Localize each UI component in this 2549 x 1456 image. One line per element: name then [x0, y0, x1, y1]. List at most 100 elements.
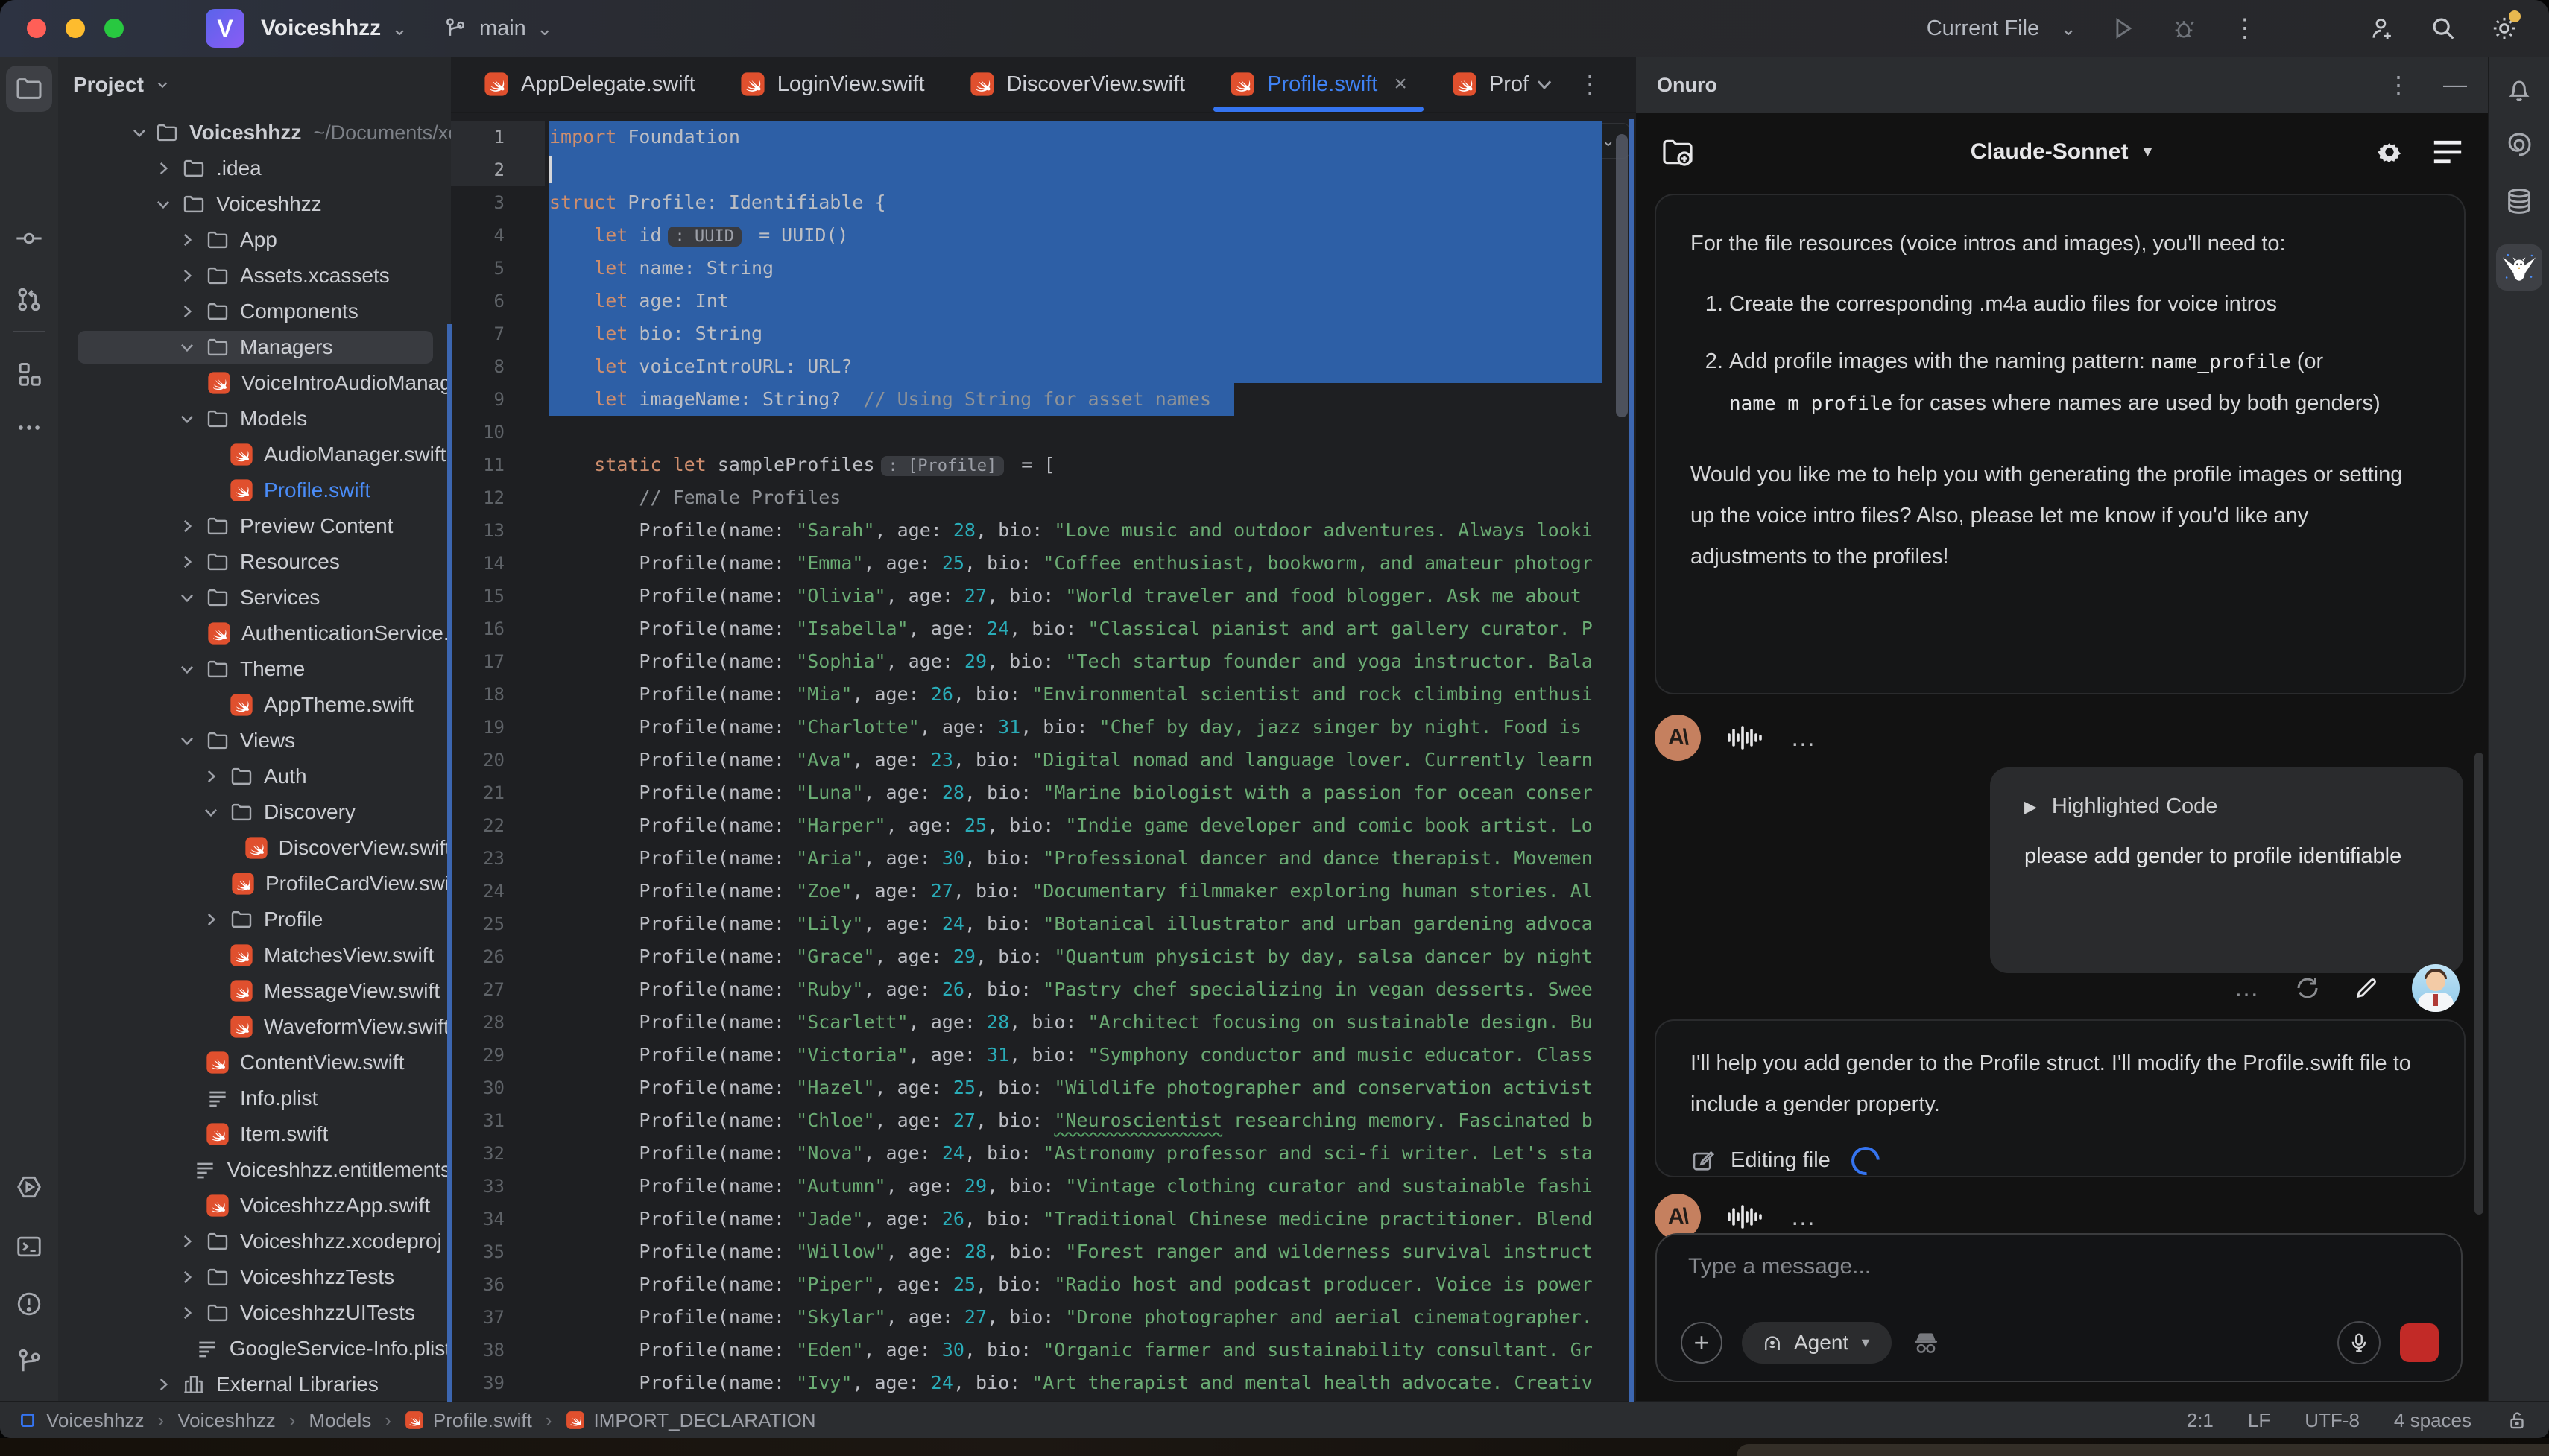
tree-chevron-down-icon[interactable]	[177, 588, 200, 607]
breadcrumb-item[interactable]: IMPORT_DECLARATION	[566, 1409, 816, 1432]
more-options-icon[interactable]: …	[1790, 1203, 1818, 1232]
tree-chevron-right-icon[interactable]	[154, 1375, 176, 1394]
minimize-window-button[interactable]	[66, 19, 85, 38]
tool-ai-swirl-icon[interactable]	[2503, 128, 2536, 161]
tree-row[interactable]: Preview Content	[58, 508, 451, 544]
settings-gear-icon[interactable]	[2489, 13, 2519, 43]
traffic-lights[interactable]	[27, 19, 124, 38]
run-config-selector[interactable]: Current File⌄	[1927, 16, 2076, 41]
tree-row[interactable]: Voiceshhzz.entitlements	[58, 1152, 451, 1188]
tree-chevron-right-icon[interactable]	[177, 552, 200, 572]
tree-chevron-right-icon[interactable]	[177, 230, 200, 250]
attach-button[interactable]: +	[1681, 1322, 1722, 1364]
code-line[interactable]: 3struct Profile: Identifiable {	[451, 186, 1636, 219]
breadcrumb-item[interactable]: Profile.swift	[405, 1409, 532, 1432]
code-line[interactable]: 27 Profile(name: "Ruby", age: 26, bio: "…	[451, 973, 1636, 1006]
tree-row[interactable]: Voiceshhzz	[58, 186, 451, 222]
code-line[interactable]: 23 Profile(name: "Aria", age: 30, bio: "…	[451, 842, 1636, 875]
status-item[interactable]: 4 spaces	[2394, 1409, 2471, 1432]
minimize-panel-icon[interactable]: —	[2443, 71, 2467, 99]
code-line[interactable]: 24 Profile(name: "Zoe", age: 27, bio: "D…	[451, 875, 1636, 908]
tree-row[interactable]: AuthenticationService.swift	[58, 615, 451, 651]
tab-appdelegate-swift[interactable]: AppDelegate.swift	[461, 57, 718, 112]
tree-row[interactable]: VoiceshhzzTests	[58, 1259, 451, 1295]
waveform-icon[interactable]	[1726, 1202, 1765, 1232]
incognito-icon[interactable]	[1911, 1329, 1941, 1357]
tree-row[interactable]: .idea	[58, 151, 451, 186]
tree-editor-splitter[interactable]	[447, 324, 452, 1402]
code-line[interactable]: 36 Profile(name: "Piper", age: 25, bio: …	[451, 1268, 1636, 1301]
waveform-icon[interactable]	[1726, 723, 1765, 753]
code-line[interactable]: 19 Profile(name: "Charlotte", age: 31, b…	[451, 711, 1636, 744]
code-line[interactable]: 35 Profile(name: "Willow", age: 28, bio:…	[451, 1235, 1636, 1268]
branch-selector[interactable]: main	[479, 16, 526, 41]
tree-row[interactable]: Info.plist	[58, 1080, 451, 1116]
tree-chevron-down-icon[interactable]	[154, 194, 176, 214]
close-tab-icon[interactable]: ×	[1394, 72, 1407, 97]
tree-chevron-down-icon[interactable]	[201, 803, 224, 822]
chat-menu-icon[interactable]	[2431, 137, 2464, 167]
tree-row[interactable]: DiscoverView.swift	[58, 830, 451, 866]
tool-folder-icon[interactable]	[6, 66, 52, 112]
code-line[interactable]: 20 Profile(name: "Ava", age: 23, bio: "D…	[451, 744, 1636, 776]
tree-row[interactable]: Profile	[58, 902, 451, 937]
tree-chevron-down-icon[interactable]	[130, 123, 149, 142]
code-line[interactable]: 25 Profile(name: "Lily", age: 24, bio: "…	[451, 908, 1636, 940]
code-line[interactable]: 22 Profile(name: "Harper", age: 25, bio:…	[451, 809, 1636, 842]
chat-scrollbar[interactable]	[2474, 753, 2483, 1215]
tree-chevron-right-icon[interactable]	[177, 516, 200, 536]
breadcrumb-item[interactable]: Voiceshhzz	[177, 1409, 276, 1432]
more-options-icon[interactable]: …	[1790, 724, 1818, 753]
breadcrumb[interactable]: Voiceshhzz›Voiceshhzz›Models›Profile.swi…	[18, 1409, 816, 1432]
tree-row[interactable]: MessageView.swift	[58, 973, 451, 1009]
tree-chevron-right-icon[interactable]	[177, 1303, 200, 1323]
status-item[interactable]: 2:1	[2187, 1409, 2214, 1432]
tree-row[interactable]: GoogleService-Info.plist	[58, 1331, 451, 1367]
model-selector[interactable]: Claude-Sonnet▼	[1971, 139, 2155, 165]
tree-chevron-right-icon[interactable]	[154, 159, 176, 178]
panel-options-icon[interactable]: ⋮	[2387, 71, 2410, 99]
tool-problems-icon[interactable]	[13, 1288, 45, 1320]
editor-chat-splitter[interactable]	[1629, 119, 1634, 1402]
close-window-button[interactable]	[27, 19, 46, 38]
tree-row[interactable]: Theme	[58, 651, 451, 687]
chat-settings-gear-icon[interactable]	[2375, 137, 2404, 167]
tree-row[interactable]: AppTheme.swift	[58, 687, 451, 723]
mic-button[interactable]	[2337, 1321, 2381, 1364]
tool-database-icon[interactable]	[2503, 185, 2536, 218]
run-button[interactable]	[2108, 13, 2138, 43]
code-line[interactable]: 21 Profile(name: "Luna", age: 28, bio: "…	[451, 776, 1636, 809]
code-line[interactable]: 13 Profile(name: "Sarah", age: 28, bio: …	[451, 514, 1636, 547]
code-line[interactable]: 32 Profile(name: "Nova", age: 24, bio: "…	[451, 1137, 1636, 1170]
tree-chevron-down-icon[interactable]	[177, 409, 200, 428]
code-line[interactable]: 11 static let sampleProfiles: [Profile] …	[451, 449, 1636, 481]
tab-options-icon[interactable]: ⋮	[1578, 70, 1602, 98]
more-options-icon[interactable]: …	[2234, 974, 2261, 1003]
code-line[interactable]: 12 // Female Profiles	[451, 481, 1636, 514]
tab-prof[interactable]: Prof	[1430, 57, 1529, 112]
lock-open-icon[interactable]	[2506, 1409, 2528, 1431]
breadcrumb-item[interactable]: Voiceshhzz	[18, 1409, 145, 1432]
code-line[interactable]: 38 Profile(name: "Eden", age: 30, bio: "…	[451, 1334, 1636, 1367]
code-line[interactable]: 9 let imageName: String? // Using String…	[451, 383, 1636, 416]
code-line[interactable]: 29 Profile(name: "Victoria", age: 31, bi…	[451, 1039, 1636, 1072]
tool-owl-icon[interactable]	[2496, 244, 2542, 291]
tab-discoverview-swift[interactable]: DiscoverView.swift	[947, 57, 1208, 112]
agent-mode-selector[interactable]: Agent ▼	[1742, 1322, 1892, 1364]
chat-input[interactable]: Type a message... + Agent ▼	[1655, 1233, 2463, 1382]
debug-button[interactable]	[2169, 13, 2199, 43]
code-line[interactable]: 31 Profile(name: "Chloe", age: 27, bio: …	[451, 1104, 1636, 1137]
tool-git-compare-icon[interactable]	[13, 283, 45, 316]
code-line[interactable]: 15 Profile(name: "Olivia", age: 27, bio:…	[451, 580, 1636, 613]
code-line[interactable]: 28 Profile(name: "Scarlett", age: 28, bi…	[451, 1006, 1636, 1039]
tree-row[interactable]: Auth	[58, 759, 451, 794]
tree-row[interactable]: App	[58, 222, 451, 258]
tree-row[interactable]: WaveformView.swift	[58, 1009, 451, 1045]
code-line[interactable]: 5 let name: String	[451, 252, 1636, 285]
tool-run-hexagon-icon[interactable]	[13, 1171, 45, 1203]
code-line[interactable]: 26 Profile(name: "Grace", age: 29, bio: …	[451, 940, 1636, 973]
tree-row[interactable]: Resources	[58, 544, 451, 580]
tab-profile-swift[interactable]: Profile.swift×	[1207, 57, 1430, 112]
code-line[interactable]: 33 Profile(name: "Autumn", age: 29, bio:…	[451, 1170, 1636, 1203]
code-line[interactable]: 18 Profile(name: "Mia", age: 26, bio: "E…	[451, 678, 1636, 711]
